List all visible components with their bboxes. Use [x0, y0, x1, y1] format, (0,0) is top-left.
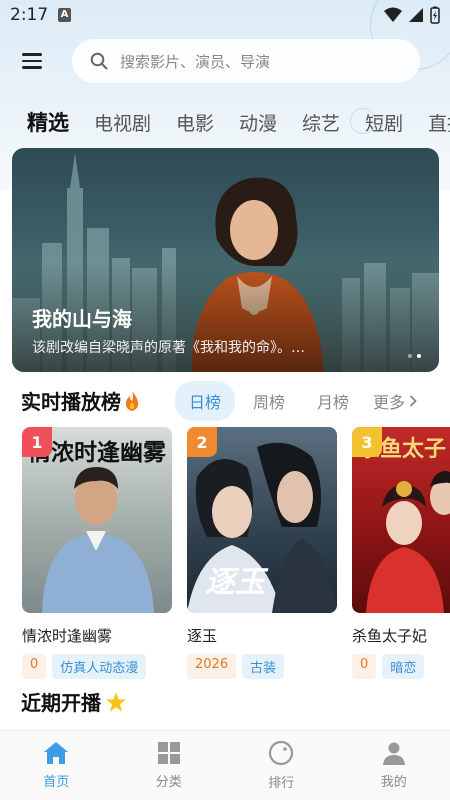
- rank-badge: 2: [187, 427, 217, 457]
- genre-tag: 仿真人动态漫: [52, 654, 147, 679]
- upcoming-title: 近期开播: [21, 691, 101, 715]
- nav-ranking[interactable]: 排行: [241, 740, 321, 791]
- wifi-icon: [384, 7, 402, 22]
- card-tags: 0 暗恋: [352, 654, 450, 679]
- banner-dot: [408, 354, 412, 358]
- rank-badge: 3: [352, 427, 382, 457]
- menu-icon[interactable]: [22, 48, 52, 74]
- status-time: 2:17: [10, 5, 49, 25]
- card-title: 情浓时逢幽雾: [22, 627, 113, 645]
- status-bar: 2:17 A: [0, 0, 450, 32]
- nav-mine[interactable]: 我的: [354, 741, 434, 790]
- ranking-title-text: 实时播放榜: [21, 390, 121, 414]
- tab-daily-rank[interactable]: 日榜: [175, 381, 236, 421]
- ranking-title: 实时播放榜: [21, 386, 141, 415]
- chevron-right-icon: [409, 395, 417, 407]
- rank-card-2[interactable]: 逐玉 2 逐玉 2026 古装: [187, 427, 337, 679]
- nav-label: 分类: [155, 775, 182, 790]
- tab-featured[interactable]: 精选: [27, 107, 69, 137]
- nav-label: 排行: [268, 776, 295, 791]
- banner-dot-active: [417, 354, 421, 358]
- banner-title: 我的山与海: [32, 307, 132, 331]
- tab-monthly-rank[interactable]: 月榜: [303, 381, 363, 421]
- banner-description: 该剧改编自梁晓声的原著《我和我的命》。…: [32, 340, 305, 356]
- search-placeholder: 搜索影片、演员、导演: [120, 52, 271, 71]
- tab-tv-series[interactable]: 电视剧: [94, 109, 151, 136]
- bottom-navigation: 首页 分类 排行 我的: [0, 730, 450, 800]
- signal-icon: [409, 8, 423, 22]
- featured-banner[interactable]: 我的山与海 该剧改编自梁晓声的原著《我和我的命》。…: [12, 148, 439, 372]
- nav-category[interactable]: 分类: [129, 741, 209, 790]
- grid-icon: [157, 742, 180, 764]
- tab-short-drama[interactable]: 短剧: [365, 109, 403, 136]
- search-icon: [90, 52, 108, 70]
- card-tags: 0 仿真人动态漫: [22, 654, 172, 679]
- user-icon: [382, 742, 405, 765]
- search-input[interactable]: 搜索影片、演员、导演: [72, 39, 420, 83]
- status-indicator-icon: A: [58, 8, 71, 22]
- fire-icon: [125, 391, 139, 411]
- tab-variety[interactable]: 综艺: [302, 109, 340, 136]
- home-icon: [44, 742, 69, 764]
- card-title: 逐玉: [187, 627, 218, 645]
- ranking-more-label: 更多: [373, 393, 406, 412]
- ranking-header: 实时播放榜 日榜 周榜 月榜 更多: [21, 378, 450, 421]
- ranking-more-link[interactable]: 更多: [367, 381, 417, 421]
- nav-label: 首页: [43, 775, 70, 790]
- poster-image: 逐玉 2: [187, 427, 337, 613]
- ranking-tabs: 日榜 周榜 月榜 更多: [175, 381, 417, 421]
- genre-tag: 古装: [242, 654, 285, 679]
- tab-weekly-rank[interactable]: 周榜: [239, 381, 299, 421]
- poster-image: 杀鱼太子 3: [352, 427, 450, 613]
- category-tabs: 精选 电视剧 电影 动漫 综艺 短剧 直播: [27, 104, 450, 140]
- rank-card-1[interactable]: 情浓时逢幽雾 1 情浓时逢幽雾 0 仿真人动态漫: [22, 427, 172, 679]
- rank-card-3[interactable]: 杀鱼太子 3 杀鱼太子妃 0 暗恋: [352, 427, 450, 679]
- rank-icon: [269, 740, 294, 766]
- banner-pagination: [408, 354, 421, 358]
- year-tag: 2026: [187, 654, 237, 679]
- score-tag: 0: [22, 654, 47, 679]
- star-icon: [106, 691, 126, 712]
- battery-icon: [430, 6, 440, 24]
- card-title: 杀鱼太子妃: [352, 627, 428, 645]
- upcoming-header: 近期开播: [21, 687, 127, 716]
- score-tag: 0: [352, 654, 377, 679]
- tab-movies[interactable]: 电影: [176, 109, 214, 136]
- poster-title-text: 逐玉: [205, 565, 265, 600]
- tab-live[interactable]: 直播: [428, 109, 450, 136]
- nav-home[interactable]: 首页: [16, 741, 96, 790]
- tab-anime[interactable]: 动漫: [239, 109, 277, 136]
- card-tags: 2026 古装: [187, 654, 337, 679]
- poster-image: 情浓时逢幽雾 1: [22, 427, 172, 613]
- nav-label: 我的: [380, 775, 407, 790]
- genre-tag: 暗恋: [382, 654, 425, 679]
- rank-badge: 1: [22, 427, 52, 457]
